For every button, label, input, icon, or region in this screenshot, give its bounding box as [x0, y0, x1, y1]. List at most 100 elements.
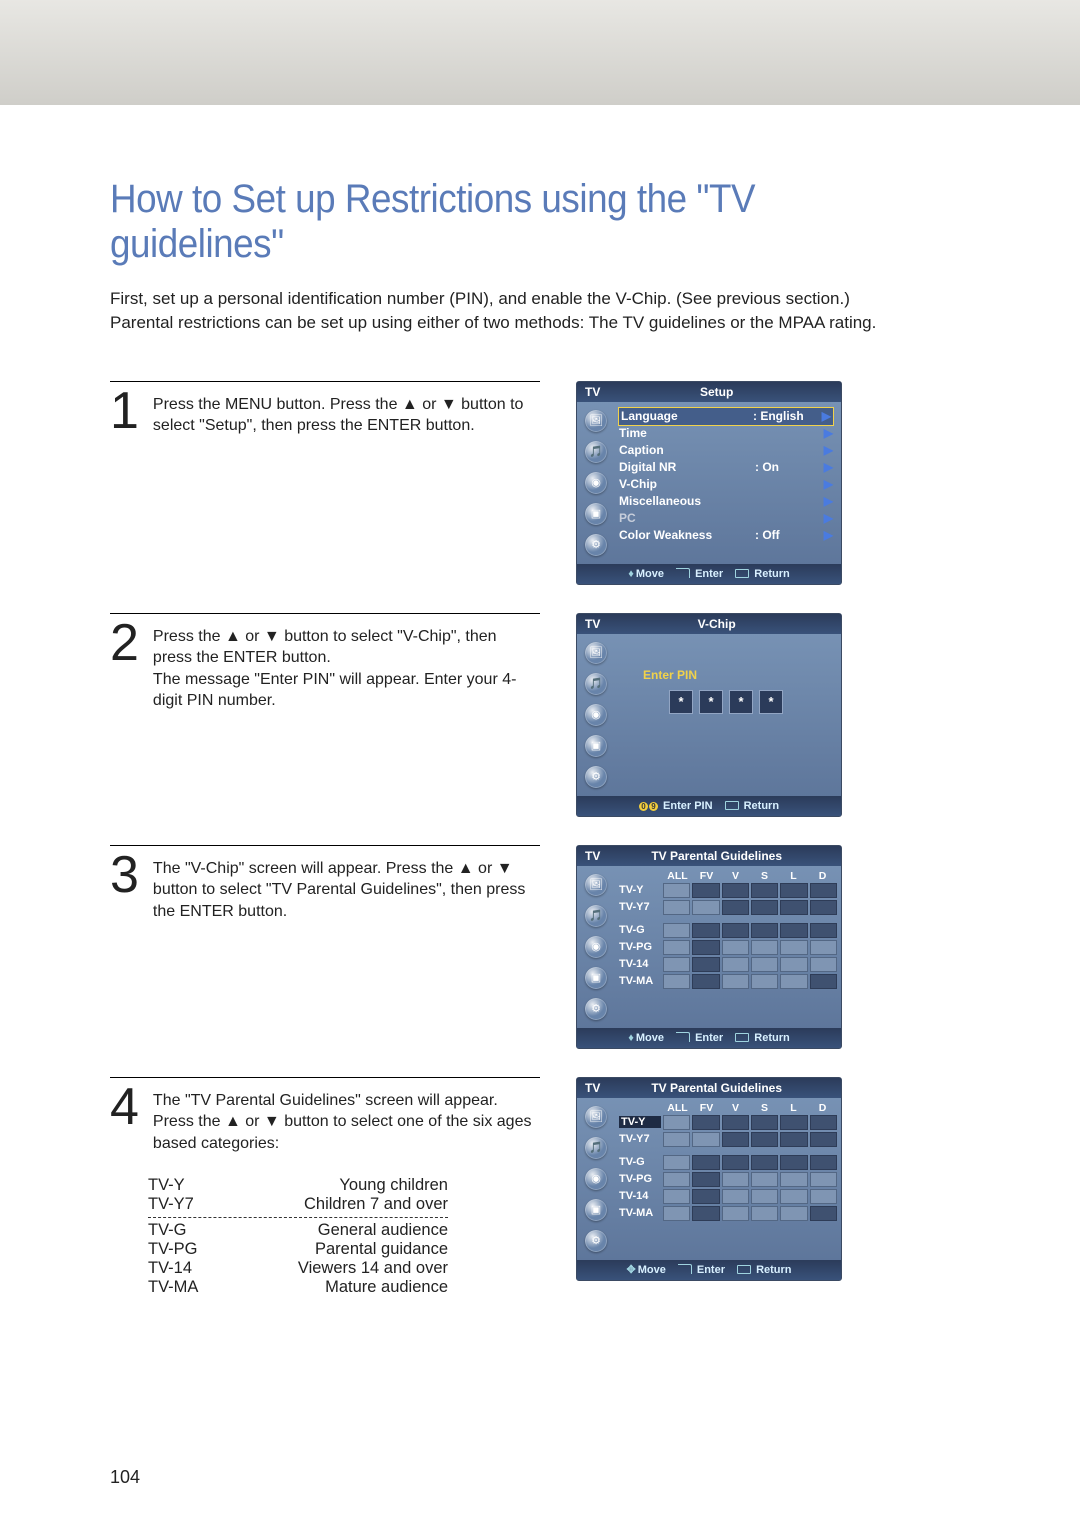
osd-tv-label: TV: [585, 849, 600, 863]
enter-pin-label: Enter PIN: [643, 668, 833, 682]
enter-icon: [676, 568, 690, 578]
guidelines-row-tvy7[interactable]: TV-Y7: [619, 899, 837, 916]
guidelines-row-tvy7[interactable]: TV-Y7: [619, 1131, 837, 1148]
menu-item-color-weakness[interactable]: Color Weakness: Off▶: [619, 527, 833, 544]
table-row: TV-YYoung children: [148, 1176, 448, 1195]
menu-item-time[interactable]: Time▶: [619, 425, 833, 442]
table-row: TV-Y7Children 7 and over: [148, 1195, 448, 1214]
guidelines-row-tvg[interactable]: TV-G: [619, 922, 837, 939]
step-2-text: Press the ▲ or ▼ button to select "V-Chi…: [153, 620, 540, 712]
guidelines-row-tvy[interactable]: TV-Y: [619, 1114, 837, 1131]
pin-input[interactable]: * * * *: [619, 690, 833, 714]
setup-icon: ⚙: [585, 534, 607, 556]
step-1: 1 Press the MENU button. Press the ▲ or …: [110, 381, 980, 585]
picture-icon: 🖼: [585, 410, 607, 432]
menu-item-language[interactable]: Language: English▶: [619, 408, 833, 425]
guidelines-row-tvma[interactable]: TV-MA: [619, 973, 837, 990]
setup-icon: ⚙: [585, 998, 607, 1020]
intro-line-2: Parental restrictions can be set up usin…: [110, 311, 980, 335]
number-icon: 09: [639, 802, 658, 811]
table-row: TV-14Viewers 14 and over: [148, 1259, 448, 1278]
picture-icon: 🖼: [585, 642, 607, 664]
channel-icon: ◉: [585, 936, 607, 958]
return-icon: [735, 1033, 749, 1042]
pin-digit[interactable]: *: [729, 690, 753, 714]
sound-icon: 🎵: [585, 673, 607, 695]
osd-guidelines-title: TV Parental Guidelines: [600, 1081, 833, 1095]
return-icon: [735, 569, 749, 578]
pip-icon: ▣: [585, 1199, 607, 1221]
guidelines-row-tvy[interactable]: TV-Y: [619, 882, 837, 899]
setup-icon: ⚙: [585, 1230, 607, 1252]
sound-icon: 🎵: [585, 905, 607, 927]
step-2-number: 2: [110, 620, 139, 712]
menu-item-pc[interactable]: PC▶: [619, 510, 833, 527]
table-row: TV-MAMature audience: [148, 1278, 448, 1297]
osd-vchip-pin-screen: TV V-Chip 🖼 🎵 ◉ ▣ ⚙ Enter PIN: [576, 613, 842, 817]
osd-footer: ♦Move Enter Return: [577, 564, 841, 584]
step-4-number: 4: [110, 1084, 139, 1155]
step-3: 3 The "V-Chip" screen will appear. Press…: [110, 845, 980, 1049]
guidelines-row-tvma[interactable]: TV-MA: [619, 1205, 837, 1222]
page-header-bar: [0, 0, 1080, 105]
channel-icon: ◉: [585, 472, 607, 494]
page-number: 104: [110, 1467, 140, 1488]
step-3-number: 3: [110, 852, 139, 923]
osd-footer: ✥Move Enter Return: [577, 1260, 841, 1280]
setup-icon: ⚙: [585, 766, 607, 788]
enter-icon: [676, 1032, 690, 1042]
osd-parental-guidelines-screen: TV TV Parental Guidelines 🖼 🎵 ◉ ▣ ⚙: [576, 845, 842, 1049]
guidelines-header: ALLFVVSLD: [663, 870, 837, 882]
pin-digit[interactable]: *: [699, 690, 723, 714]
step-4: 4 The "TV Parental Guidelines" screen wi…: [110, 1077, 980, 1298]
step-1-number: 1: [110, 388, 139, 437]
menu-item-digital-nr[interactable]: Digital NR: On▶: [619, 459, 833, 476]
osd-sidebar-icons: 🖼 🎵 ◉ ▣ ⚙: [577, 1098, 615, 1260]
pip-icon: ▣: [585, 503, 607, 525]
guidelines-row-tvpg[interactable]: TV-PG: [619, 1171, 837, 1188]
divider: [148, 1217, 448, 1218]
osd-setup-screen: TV Setup 🖼 🎵 ◉ ▣ ⚙ Language: English▶: [576, 381, 842, 585]
intro-line-1: First, set up a personal identification …: [110, 287, 980, 311]
osd-setup-title: Setup: [600, 385, 833, 399]
channel-icon: ◉: [585, 1168, 607, 1190]
pip-icon: ▣: [585, 735, 607, 757]
ratings-table: TV-YYoung children TV-Y7Children 7 and o…: [148, 1176, 540, 1297]
osd-vchip-title: V-Chip: [600, 617, 833, 631]
step-1-text: Press the MENU button. Press the ▲ or ▼ …: [153, 388, 540, 437]
osd-tv-label: TV: [585, 1081, 600, 1095]
osd-sidebar-icons: 🖼 🎵 ◉ ▣ ⚙: [577, 634, 615, 796]
enter-icon: [678, 1264, 692, 1274]
sound-icon: 🎵: [585, 1137, 607, 1159]
return-icon: [737, 1265, 751, 1274]
guidelines-row-tv14[interactable]: TV-14: [619, 1188, 837, 1205]
step-3-text: The "V-Chip" screen will appear. Press t…: [153, 852, 540, 923]
guidelines-row-tv14[interactable]: TV-14: [619, 956, 837, 973]
pip-icon: ▣: [585, 967, 607, 989]
menu-item-vchip[interactable]: V-Chip▶: [619, 476, 833, 493]
page-title: How to Set up Restrictions using the "TV…: [110, 177, 910, 267]
guidelines-row-tvg[interactable]: TV-G: [619, 1154, 837, 1171]
step-4-text: The "TV Parental Guidelines" screen will…: [153, 1084, 540, 1155]
osd-tv-label: TV: [585, 385, 600, 399]
menu-item-miscellaneous[interactable]: Miscellaneous▶: [619, 493, 833, 510]
osd-guidelines-title: TV Parental Guidelines: [600, 849, 833, 863]
step-2: 2 Press the ▲ or ▼ button to select "V-C…: [110, 613, 980, 817]
return-icon: [725, 801, 739, 810]
pin-digit[interactable]: *: [759, 690, 783, 714]
guidelines-header: ALLFVVSLD: [663, 1102, 837, 1114]
osd-sidebar-icons: 🖼 🎵 ◉ ▣ ⚙: [577, 866, 615, 1028]
updown-icon: ♦: [628, 1032, 634, 1044]
osd-parental-guidelines-screen-selected: TV TV Parental Guidelines 🖼 🎵 ◉ ▣ ⚙: [576, 1077, 842, 1281]
picture-icon: 🖼: [585, 874, 607, 896]
table-row: TV-GGeneral audience: [148, 1221, 448, 1240]
channel-icon: ◉: [585, 704, 607, 726]
picture-icon: 🖼: [585, 1106, 607, 1128]
table-row: TV-PGParental guidance: [148, 1240, 448, 1259]
move-icon: ✥: [626, 1264, 635, 1276]
page-content: How to Set up Restrictions using the "TV…: [0, 177, 1080, 1297]
osd-sidebar-icons: 🖼 🎵 ◉ ▣ ⚙: [577, 402, 615, 564]
menu-item-caption[interactable]: Caption▶: [619, 442, 833, 459]
pin-digit[interactable]: *: [669, 690, 693, 714]
guidelines-row-tvpg[interactable]: TV-PG: [619, 939, 837, 956]
